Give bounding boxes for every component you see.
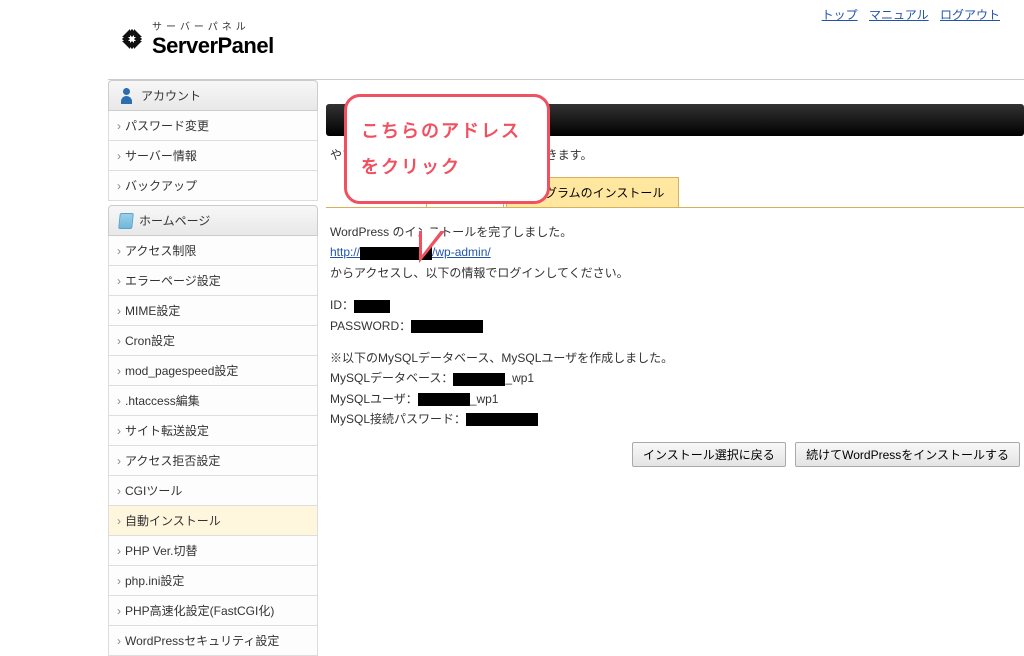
sidebar-item-mime[interactable]: MIME設定 [109,296,317,325]
section-header-homepage: ホームページ [108,205,318,236]
section-title: アカウント [141,87,201,104]
section-header-account: アカウント [108,80,318,111]
link-top[interactable]: トップ [822,8,858,22]
sidebar-item-deny[interactable]: アクセス拒否設定 [109,446,317,475]
sidebar-item-wpsec[interactable]: WordPressセキュリティ設定 [109,626,317,655]
install-db-name: MySQLデータベース：_wp1 [330,368,1020,388]
sidebar-item-cron[interactable]: Cron設定 [109,326,317,355]
sidebar-item-htaccess[interactable]: .htaccess編集 [109,386,317,415]
logo-icon [118,25,146,53]
callout-bubble: こちらのアドレス をクリック [344,94,550,204]
install-db-pw: MySQL接続パスワード： [330,409,1020,429]
install-id: ID： [330,295,1020,315]
sidebar-item-phpini[interactable]: php.ini設定 [109,566,317,595]
install-db-note: ※以下のMySQLデータベース、MySQLユーザを作成しました。 [330,348,1020,368]
logo-title: ServerPanel [152,33,274,59]
install-login-note: からアクセスし、以下の情報でログインしてください。 [330,263,1020,283]
top-links: トップ マニュアル ログアウト [814,6,1000,23]
sidebar-item-errorpage[interactable]: エラーページ設定 [109,266,317,295]
sidebar-item-access[interactable]: アクセス制限 [109,236,317,265]
section-title: ホームページ [139,212,210,229]
user-icon [119,88,135,104]
install-admin-url[interactable]: http:///wp-admin/ [330,245,491,259]
sidebar-item-phpver[interactable]: PHP Ver.切替 [109,536,317,565]
sidebar-item-cgi[interactable]: CGIツール [109,476,317,505]
sidebar-item-fastcgi[interactable]: PHP高速化設定(FastCGI化) [109,596,317,625]
sidebar-item-pw[interactable]: パスワード変更 [109,111,317,140]
sidebar-item-serverinfo[interactable]: サーバー情報 [109,141,317,170]
install-password: PASSWORD： [330,316,1020,336]
page-icon [118,213,134,229]
sidebar-item-pagespeed[interactable]: mod_pagespeed設定 [109,356,317,385]
logo: サーバーパネル ServerPanel [108,10,318,67]
sidebar-item-autoinstall[interactable]: 自動インストール [109,506,317,535]
link-logout[interactable]: ログアウト [940,8,1000,22]
sidebar-item-transfer[interactable]: サイト転送設定 [109,416,317,445]
install-db-user: MySQLユーザ：_wp1 [330,389,1020,409]
sidebar-item-backup[interactable]: バックアップ [109,171,317,200]
install-more-button[interactable]: 続けてWordPressをインストールする [795,442,1020,467]
back-button[interactable]: インストール選択に戻る [632,442,786,467]
logo-subtitle: サーバーパネル [152,18,274,33]
link-manual[interactable]: マニュアル [869,8,929,22]
